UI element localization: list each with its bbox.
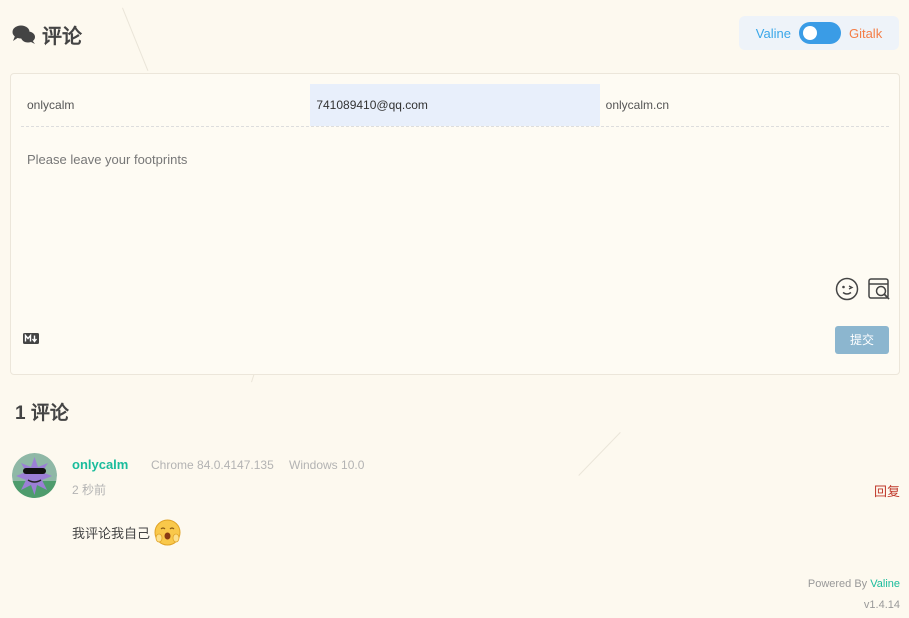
preview-icon[interactable] [867,277,891,301]
gitalk-label[interactable]: Gitalk [849,26,882,41]
comment-textarea[interactable]: Please leave your footprints [27,152,187,167]
comment-os: Windows 10.0 [289,458,365,472]
background-decoration [122,7,149,72]
comment-system-toggle[interactable] [798,22,841,44]
comment-system-switcher: Valine Gitalk [739,16,899,50]
background-decoration [578,432,621,476]
submit-button[interactable]: 提交 [835,326,889,354]
comment-fields: onlycalm 741089410@qq.com onlycalm.cn [21,84,889,127]
nick-input[interactable]: onlycalm [21,84,310,126]
comment-header: 评论 [12,20,82,49]
toggle-knob [802,26,817,40]
valine-link[interactable]: Valine [870,578,900,590]
comment-author[interactable]: onlycalm [72,457,128,472]
valine-label[interactable]: Valine [756,26,791,41]
markdown-icon [23,333,39,344]
chat-icon [12,25,35,44]
link-input[interactable]: onlycalm.cn [600,84,889,126]
shocked-emoji-icon [154,519,181,546]
comment-count: 1 评论 [15,403,69,424]
comment-browser: Chrome 84.0.4147.135 [151,458,274,472]
comment-content: 我评论我自己 [72,519,181,546]
page-title: 评论 [42,26,82,48]
comment-form: onlycalm 741089410@qq.com onlycalm.cn Pl… [10,73,900,375]
reply-button[interactable]: 回复 [874,481,900,500]
powered-by: Powered By Valine [808,578,900,590]
comment-text: 我评论我自己 [72,526,151,541]
avatar [12,453,57,498]
mail-input[interactable]: 741089410@qq.com [310,84,600,126]
version-label: v1.4.14 [863,599,900,611]
powered-prefix: Powered By [807,578,868,590]
comment-time: 2 秒前 [72,483,107,497]
emoji-icon[interactable] [835,277,859,301]
